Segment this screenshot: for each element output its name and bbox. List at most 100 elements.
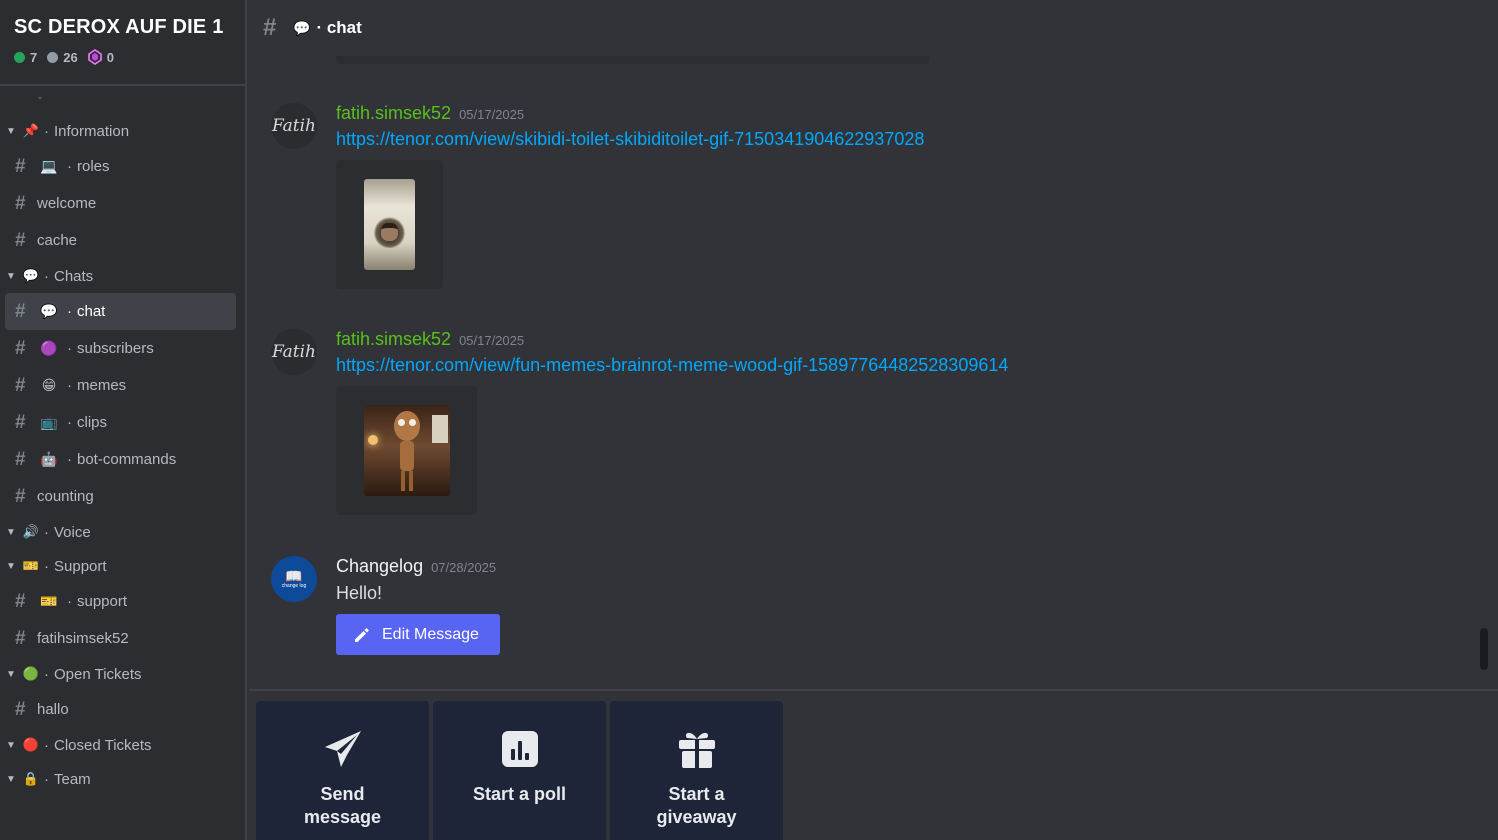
caret-down-icon: ▼ (6, 739, 16, 751)
action-label: Send message (303, 784, 382, 827)
channel-memes[interactable]: # 😁 · memes (5, 367, 236, 404)
hash-icon: # (15, 698, 26, 720)
category-support[interactable]: ▼ 🎫 · Support (0, 549, 245, 583)
member-dot-icon (47, 51, 59, 63)
category-emoji-icon: 🔊 (22, 524, 40, 539)
category-team[interactable]: ▼ 🔒 · Team (0, 762, 245, 796)
channel-welcome[interactable]: # welcome (5, 185, 236, 222)
message-timestamp: 07/28/2025 (431, 560, 497, 575)
channel-label: roles (77, 158, 110, 175)
channel-label: cache (37, 232, 78, 249)
message-author[interactable]: Changelog (336, 556, 423, 577)
quick-actions: Send message Start a poll Start a giveaw… (256, 701, 783, 840)
caret-down-icon: ▼ (6, 773, 16, 785)
gif-preview-image (364, 179, 415, 270)
channel-label: hallo (37, 701, 69, 718)
channel-label: bot-commands (77, 451, 177, 468)
channel-clips[interactable]: # 📺 · clips (5, 404, 236, 441)
caret-down-icon: ▼ (6, 668, 16, 680)
category-information[interactable]: ▼ 📌 · Information (0, 114, 245, 148)
hash-icon: # (263, 14, 277, 41)
server-name: SC DEROX AUF DIE 1 (14, 16, 224, 38)
channel-fatihsimsek52[interactable]: # fatihsimsek52 (5, 620, 236, 657)
boost-gem-icon (87, 49, 102, 65)
channel-support[interactable]: # 🎫 · support (5, 583, 236, 620)
message-author[interactable]: fatih.simsek52 (336, 329, 451, 350)
channel-chat[interactable]: # 💬 · chat (5, 293, 236, 330)
channel-bot-commands[interactable]: # 🤖 · bot-commands (5, 441, 236, 478)
message-link[interactable]: https://tenor.com/view/fun-memes-brainro… (336, 355, 1008, 376)
category-chats[interactable]: ▼ 💬 · Chats (0, 259, 245, 293)
divider (249, 689, 1498, 691)
action-label: Start a poll (472, 784, 566, 804)
hash-icon: # (15, 192, 26, 214)
channel-label: fatihsimsek52 (37, 630, 129, 647)
category-label: Closed Tickets (54, 736, 152, 754)
channel-label: subscribers (77, 340, 154, 357)
caret-down-icon: ▼ (6, 560, 16, 572)
hash-icon: # (15, 590, 26, 612)
message-author[interactable]: fatih.simsek52 (336, 103, 451, 124)
category-voice[interactable]: ▼ 🔊 · Voice (0, 515, 245, 549)
start-giveaway-button[interactable]: Start a giveaway (610, 701, 783, 840)
channel-label: welcome (37, 195, 97, 212)
channel-emoji-icon: 🤖 (40, 451, 58, 467)
category-emoji-icon: 🎫 (22, 558, 40, 573)
user-avatar[interactable]: Fatih (271, 329, 317, 375)
scrollbar-thumb[interactable] (1480, 628, 1488, 670)
category-label: Team (54, 770, 91, 788)
channel-cache[interactable]: # cache (5, 222, 236, 259)
channel-list: - ▼ 📌 · Information # 💻 · roles # welcome # cache ▼ 💬… (0, 86, 245, 796)
channel-hallo[interactable]: # hallo (5, 691, 236, 728)
boost-count: 0 (87, 49, 114, 65)
caret-down-icon: ▼ (6, 125, 16, 137)
hash-icon: # (15, 374, 26, 396)
channel-sidebar: SC DEROX AUF DIE 1 7 26 0 - ▼ 📌 · Informati… (0, 0, 247, 840)
channel-counting[interactable]: # counting (5, 478, 236, 515)
channel-label: clips (77, 414, 108, 431)
channel-title: · chat (316, 18, 362, 37)
message-link[interactable]: https://tenor.com/view/skibidi-toilet-sk… (336, 129, 924, 150)
channel-roles[interactable]: # 💻 · roles (5, 148, 236, 185)
edit-message-button[interactable]: Edit Message (336, 614, 500, 655)
channel-list-dash: - (38, 90, 42, 104)
channel-label: memes (77, 377, 127, 394)
changelog-avatar[interactable]: 📖 change log (271, 556, 317, 602)
channel-emoji-icon: 🟣 (40, 340, 58, 356)
chat-area: # 💬 · chat Fatih fatih.simsek52 05/17/20… (249, 0, 1498, 840)
category-label: Voice (54, 523, 91, 541)
channel-emoji-icon: 😁 (41, 377, 57, 393)
gif-embed[interactable] (336, 386, 477, 515)
server-header[interactable]: SC DEROX AUF DIE 1 7 26 0 (0, 0, 245, 86)
caret-down-icon: ▼ (6, 270, 16, 282)
channel-label: chat (77, 303, 106, 320)
category-emoji-icon: 🟢 (22, 666, 40, 681)
gif-embed[interactable] (336, 160, 443, 289)
online-count: 7 (14, 50, 37, 65)
message-timestamp: 05/17/2025 (459, 333, 525, 348)
message-text: Hello! (336, 583, 383, 603)
category-open-tickets[interactable]: ▼ 🟢 · Open Tickets (0, 657, 245, 691)
category-label: Open Tickets (54, 665, 142, 683)
avatar-label: change log (281, 583, 307, 589)
category-label: Information (54, 122, 130, 140)
hash-icon: # (15, 300, 26, 322)
gif-preview-image (363, 405, 450, 496)
channel-emoji-icon: 💬 (40, 303, 58, 319)
channel-emoji-icon: 💻 (40, 158, 58, 174)
action-label: Start a giveaway (656, 784, 737, 827)
channel-subscribers[interactable]: # 🟣 · subscribers (5, 330, 236, 367)
category-emoji-icon: 🔒 (22, 771, 40, 786)
gift-icon (678, 732, 715, 768)
category-closed-tickets[interactable]: ▼ 🔴 · Closed Tickets (0, 728, 245, 762)
previous-embed (336, 56, 929, 64)
channel-header: # 💬 · chat (249, 0, 1498, 56)
category-emoji-icon: 💬 (22, 268, 40, 283)
send-message-button[interactable]: Send message (256, 701, 429, 840)
start-poll-button[interactable]: Start a poll (433, 701, 606, 840)
hash-icon: # (15, 627, 26, 649)
poll-icon (501, 731, 538, 767)
user-avatar[interactable]: Fatih (271, 103, 317, 149)
hash-icon: # (15, 229, 26, 251)
channel-emoji-icon: 🎫 (40, 593, 58, 609)
